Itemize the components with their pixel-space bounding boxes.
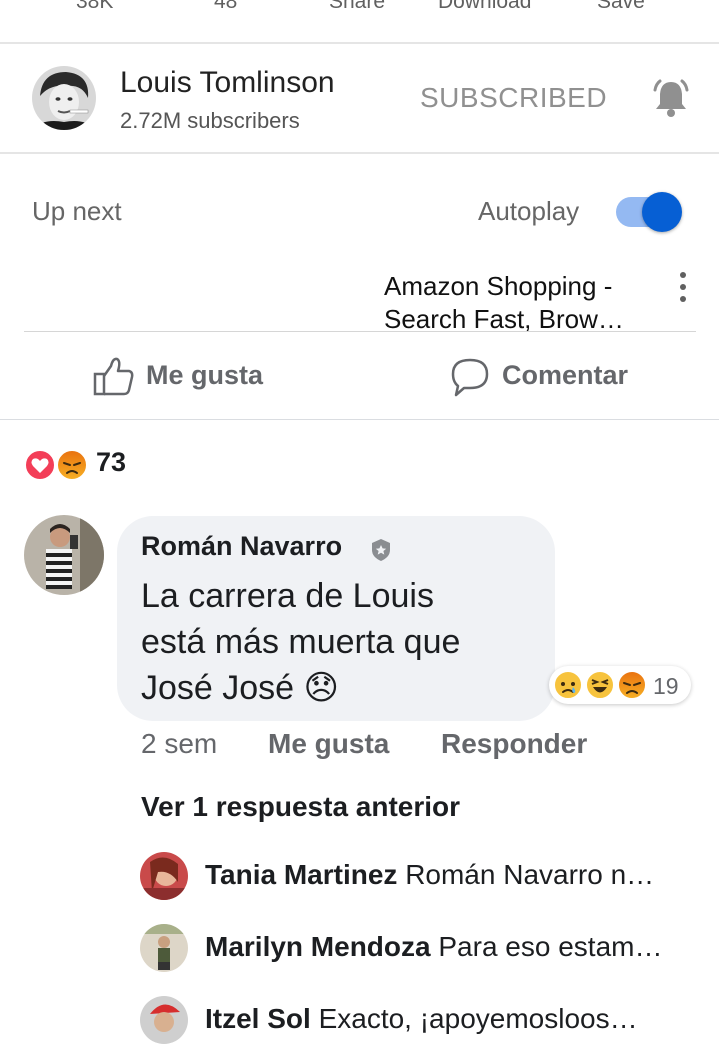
download-button[interactable]: Download bbox=[438, 0, 531, 14]
haha-reaction-icon bbox=[585, 670, 615, 700]
comment-text-line: La carrera de Louis bbox=[141, 577, 434, 615]
up-next-video-title[interactable]: Amazon Shopping - Search Fast, Brow… bbox=[384, 270, 654, 336]
reply-avatar[interactable] bbox=[140, 996, 188, 1044]
sad-reaction-icon bbox=[553, 670, 583, 700]
like-thumb-icon[interactable] bbox=[93, 356, 135, 398]
subscriber-count: 2.72M subscribers bbox=[120, 108, 300, 133]
divider bbox=[0, 152, 719, 154]
comment-button[interactable]: Comentar bbox=[502, 360, 628, 391]
reply-text: Para eso estam… bbox=[438, 931, 663, 962]
like-count[interactable]: 38K bbox=[76, 0, 113, 14]
share-button[interactable]: Share bbox=[329, 0, 385, 14]
channel-name[interactable]: Louis Tomlinson bbox=[120, 66, 335, 100]
badge-icon bbox=[370, 538, 392, 562]
view-previous-replies[interactable]: Ver 1 respuesta anterior bbox=[141, 791, 460, 823]
reply-item[interactable]: Marilyn Mendoza Para eso estam… bbox=[205, 931, 662, 963]
comment-text: La carrera de Louis está más muerta que … bbox=[141, 573, 541, 711]
comment-reply-button[interactable]: Responder bbox=[441, 728, 587, 760]
reply-avatar[interactable] bbox=[140, 852, 188, 900]
channel-avatar[interactable] bbox=[32, 66, 96, 130]
divider bbox=[0, 419, 719, 420]
dislike-count[interactable]: 48 bbox=[214, 0, 237, 14]
autoplay-label: Autoplay bbox=[478, 196, 580, 226]
divider bbox=[24, 331, 696, 332]
comment-text-line: está más muerta que bbox=[141, 623, 461, 661]
comment-reaction-count: 19 bbox=[653, 673, 679, 699]
reply-text: Exacto, ¡apoyemosloos… bbox=[318, 1003, 638, 1034]
reaction-count[interactable]: 73 bbox=[96, 447, 126, 478]
comment-author[interactable]: Román Navarro bbox=[141, 531, 342, 562]
like-button[interactable]: Me gusta bbox=[146, 360, 263, 391]
reply-item[interactable]: Itzel Sol Exacto, ¡apoyemosloos… bbox=[205, 1003, 638, 1035]
promo-line-1: Amazon Shopping - bbox=[384, 271, 613, 301]
angry-reaction-icon bbox=[56, 449, 88, 481]
more-options-icon[interactable] bbox=[679, 272, 687, 308]
bell-icon[interactable] bbox=[651, 78, 691, 120]
comment-like-button[interactable]: Me gusta bbox=[268, 728, 389, 760]
comment-time[interactable]: 2 sem bbox=[141, 728, 217, 760]
save-button[interactable]: Save bbox=[597, 0, 645, 14]
comment-icon[interactable] bbox=[450, 357, 490, 397]
love-reaction-icon bbox=[24, 449, 56, 481]
comment-text-line: José José 😞 bbox=[141, 669, 339, 707]
reply-author[interactable]: Itzel Sol bbox=[205, 1003, 311, 1034]
autoplay-toggle-knob[interactable] bbox=[642, 192, 682, 232]
reply-author[interactable]: Marilyn Mendoza bbox=[205, 931, 431, 962]
reply-author[interactable]: Tania Martinez bbox=[205, 859, 397, 890]
reply-avatar[interactable] bbox=[140, 924, 188, 972]
commenter-avatar[interactable] bbox=[24, 515, 104, 595]
reply-item[interactable]: Tania Martinez Román Navarro n… bbox=[205, 859, 654, 891]
reply-text: Román Navarro n… bbox=[405, 859, 655, 890]
divider bbox=[0, 42, 719, 44]
subscribed-button[interactable]: SUBSCRIBED bbox=[420, 82, 607, 114]
up-next-label: Up next bbox=[32, 196, 122, 226]
angry-reaction-icon bbox=[617, 670, 647, 700]
